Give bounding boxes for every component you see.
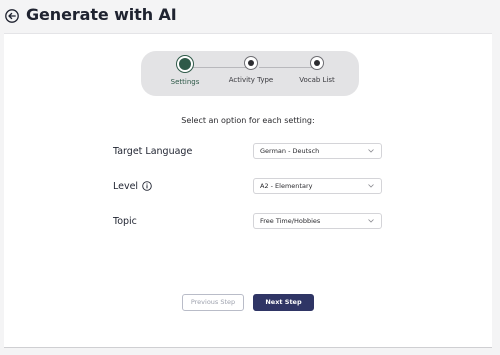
topic-select[interactable]: Free Time/Hobbies [253,213,382,229]
bottom-margin [0,347,500,355]
previous-step-button[interactable]: Previous Step [182,294,244,311]
right-margin [492,33,500,355]
step-label: Activity Type [228,76,274,84]
step-dot-icon [310,56,324,70]
topic-label: Topic [113,216,137,227]
chevron-down-icon [368,219,374,223]
content-card: Settings Activity Type Vocab List Select… [4,33,492,348]
instructions-text: Select an option for each setting: [181,116,315,125]
level-label: Level [113,181,139,192]
page-title: Generate with AI [26,5,177,24]
next-step-button[interactable]: Next Step [253,294,314,311]
step-dot-icon [177,56,193,72]
step-label: Vocab List [299,76,335,84]
level-select[interactable]: A2 - Elementary [253,178,382,194]
topic-value: Free Time/Hobbies [260,217,321,225]
target-language-select[interactable]: German - Deutsch [253,143,382,159]
generate-with-ai-page: Generate with AI Settings Activity Type … [0,0,500,355]
target-language-label: Target Language [113,146,193,157]
target-language-value: German - Deutsch [260,147,320,155]
stepper: Settings Activity Type Vocab List [141,51,359,96]
header: Generate with AI [0,0,500,33]
step-label: Settings [170,78,200,86]
step-dot-icon [244,56,258,70]
step-activity-type[interactable]: Activity Type [221,56,281,84]
step-vocab-list[interactable]: Vocab List [287,56,347,84]
level-value: A2 - Elementary [260,182,313,190]
back-arrow-circle-icon[interactable] [5,9,19,23]
chevron-down-icon [368,184,374,188]
info-icon[interactable] [142,181,152,191]
level-label-row: Level [113,181,152,192]
step-settings[interactable]: Settings [155,56,215,86]
chevron-down-icon [368,149,374,153]
